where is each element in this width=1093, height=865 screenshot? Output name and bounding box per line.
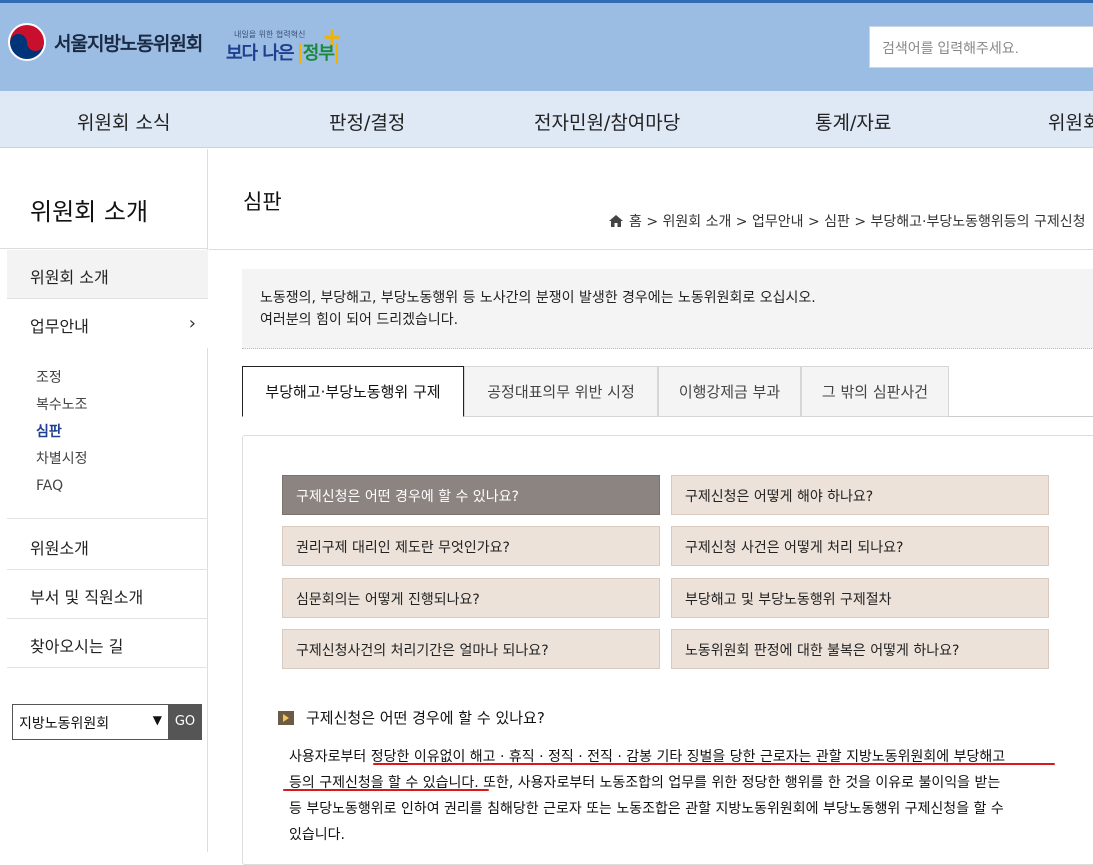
search-input[interactable]: 검색어를 입력해주세요.: [869, 26, 1093, 68]
sidebar-item-staff[interactable]: 부서 및 직원소개: [7, 570, 208, 619]
sidebar-title: 위원회 소개: [30, 198, 149, 226]
tab-unfair-dismissal[interactable]: 부당해고·부당노동행위 구제: [242, 366, 464, 417]
select-value: 지방노동위원회: [19, 716, 110, 732]
tab-enforcement-fine[interactable]: 이행강제금 부과: [658, 366, 801, 417]
sidebar-item-label: 위원소개: [30, 539, 89, 558]
sidebar-item-directions[interactable]: 찾아오시는 길: [7, 619, 208, 668]
sub-item-mediation[interactable]: 조정: [36, 369, 88, 396]
home-icon[interactable]: [609, 215, 623, 227]
sub-item-adjudication[interactable]: 심판: [36, 423, 88, 450]
breadcrumb-text: 홈 > 위원회 소개 > 업무안내 > 심판 > 부당해고·부당노동행위등의 구…: [629, 214, 1086, 230]
faq-button[interactable]: 심문회의는 어떻게 진행되나요?: [282, 578, 660, 618]
sidebar-item-intro[interactable]: 위원회 소개: [7, 250, 208, 299]
sidebar-item-label: 위원회 소개: [30, 268, 109, 287]
government-emblem-icon: [8, 23, 46, 61]
nav-item-committee[interactable]: 위원회: [1048, 108, 1093, 135]
chevron-down-icon: ▼: [152, 713, 162, 727]
faq-button[interactable]: 구제신청은 어떻게 해야 하나요?: [671, 475, 1049, 515]
sub-item-discrimination[interactable]: 차별시정: [36, 450, 88, 477]
breadcrumb: 홈 > 위원회 소개 > 업무안내 > 심판 > 부당해고·부당노동행위등의 구…: [609, 211, 1086, 231]
chevron-right-icon: ›: [188, 313, 196, 334]
sidebar-item-guide[interactable]: 업무안내 ›: [7, 299, 208, 348]
answer-line-2: 등의 구제신청을 할 수 있습니다. 또한, 사용자로부터 노동조합의 업무를 …: [289, 775, 1001, 791]
committee-select[interactable]: 지방노동위원회 ▼: [12, 704, 169, 740]
faq-button[interactable]: 부당해고 및 부당노동행위 구제절차: [671, 578, 1049, 618]
intro-box: 노동쟁의, 부당해고, 부당노동행위 등 노사간의 분쟁이 발생한 경우에는 노…: [242, 269, 1093, 349]
sidebar-item-label: 찾아오시는 길: [30, 637, 124, 656]
answer-line-3: 등 부당노동행위로 인하여 권리를 침해당한 근로자 또는 노동조합은 관할 지…: [289, 801, 1004, 817]
answer-line-4: 있습니다.: [289, 827, 345, 843]
section-heading: 구제신청은 어떤 경우에 할 수 있나요?: [278, 707, 545, 728]
org-name: 서울지방노동위원회: [54, 32, 203, 55]
faq-button[interactable]: 구제신청은 어떤 경우에 할 수 있나요?: [282, 475, 660, 515]
divider: [209, 249, 1093, 250]
sidebar: 위원회 소개 위원회 소개 업무안내 › 조정 복수노조 심판 차별시정 FAQ…: [0, 149, 208, 852]
section-title: 구제신청은 어떤 경우에 할 수 있나요?: [306, 709, 545, 727]
sidebar-item-label: 부서 및 직원소개: [30, 588, 144, 607]
site-logo[interactable]: 서울지방노동위원회: [8, 23, 203, 61]
nav-item-judgment[interactable]: 판정/결정: [329, 108, 405, 135]
slogan-logo: 내일을 위한 협력혁신 보다 나은 정부 +: [226, 23, 346, 75]
faq-button[interactable]: 구제신청 사건은 어떻게 처리 되나요?: [671, 526, 1049, 566]
main-content: 심판 홈 > 위원회 소개 > 업무안내 > 심판 > 부당해고·부당노동행위등…: [209, 149, 1093, 865]
sub-item-faq[interactable]: FAQ: [36, 477, 88, 504]
site-header: 서울지방노동위원회 내일을 위한 협력혁신 보다 나은 정부 + 검색어를 입력…: [0, 3, 1093, 91]
go-button[interactable]: GO: [168, 704, 202, 740]
answer-line-1: 사용자로부터 정당한 이유없이 해고 · 휴직 · 정직 · 전직 · 감봉 기…: [289, 749, 1006, 765]
sub-item-multiple-unions[interactable]: 복수노조: [36, 396, 88, 423]
intro-line-2: 여러분의 힘이 되어 드리겠습니다.: [260, 312, 459, 328]
nav-item-e-petition[interactable]: 전자민원/참여마당: [534, 108, 680, 135]
intro-line-1: 노동쟁의, 부당해고, 부당노동행위 등 노사간의 분쟁이 발생한 경우에는 노…: [260, 290, 816, 306]
tab-other-cases[interactable]: 그 밖의 심판사건: [801, 366, 949, 417]
sidebar-item-members[interactable]: 위원소개: [7, 521, 208, 570]
bullet-arrow-icon: [278, 710, 294, 725]
tab-bar: 부당해고·부당노동행위 구제 공정대표의무 위반 시정 이행강제금 부과 그 밖…: [242, 366, 1093, 417]
faq-button[interactable]: 구제신청사건의 처리기간은 얼마나 되나요?: [282, 629, 660, 669]
sidebar-item-label: 업무안내: [30, 317, 89, 336]
plus-icon: +: [322, 23, 343, 51]
nav-item-statistics[interactable]: 통계/자료: [815, 108, 891, 135]
sidebar-sub-list: 조정 복수노조 심판 차별시정 FAQ: [36, 369, 88, 504]
red-underline-annotation: [283, 789, 489, 791]
faq-button[interactable]: 권리구제 대리인 제도란 무엇인가요?: [282, 526, 660, 566]
tab-fair-representation[interactable]: 공정대표의무 위반 시정: [464, 366, 658, 417]
main-nav: 위원회 소식 판정/결정 전자민원/참여마당 통계/자료 위원회: [0, 91, 1093, 148]
answer-text: 사용자로부터 정당한 이유없이 해고 · 휴직 · 정직 · 전직 · 감봉 기…: [289, 744, 1059, 848]
page-title: 심판: [243, 190, 282, 214]
faq-button[interactable]: 노동위원회 판정에 대한 불복은 어떻게 하나요?: [671, 629, 1049, 669]
nav-item-news[interactable]: 위원회 소식: [77, 108, 170, 135]
sidebar-title-box: 위원회 소개: [0, 149, 208, 249]
red-underline-annotation: [373, 763, 1055, 765]
